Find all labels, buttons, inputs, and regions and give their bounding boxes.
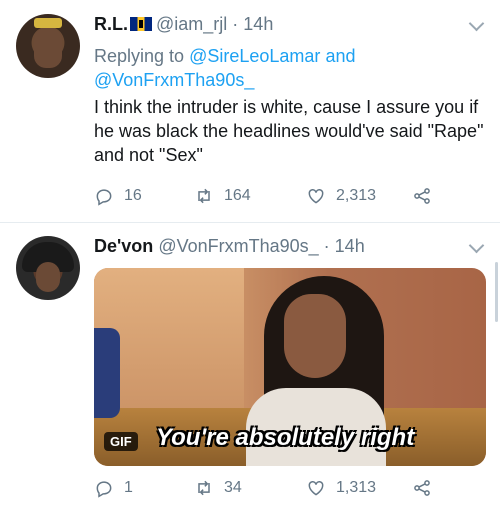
timestamp[interactable]: · 14h [232,14,273,34]
chevron-down-icon[interactable] [468,15,485,32]
retweet-button[interactable]: 164 [194,186,251,206]
replying-to: Replying to @SireLeoLamar and @VonFrxmTh… [94,44,484,92]
replying-and: and [325,46,356,66]
tweet-actions: 1 34 1,313 [94,478,484,500]
avatar[interactable] [16,236,80,300]
display-name[interactable]: De'von [94,236,153,256]
scrollbar[interactable] [495,262,498,322]
flag-icon [130,17,152,31]
replying-prefix: Replying to [94,46,185,66]
retweet-icon [198,480,210,496]
like-button[interactable]: 2,313 [306,186,376,206]
share-icon [414,480,430,496]
avatar[interactable] [16,14,80,78]
timestamp[interactable]: · 14h [324,236,365,256]
share-icon [414,188,430,204]
like-icon [308,480,324,496]
reply-button[interactable]: 1 [94,478,133,498]
mention-link[interactable]: @SireLeoLamar [189,46,320,66]
reply-icon [96,481,112,498]
mention-link[interactable]: @VonFrxmTha90s_ [94,70,254,90]
display-name[interactable]: R.L. [94,14,128,34]
gif-media[interactable]: GIF You're absolutely right [94,268,486,466]
chevron-down-icon[interactable] [468,237,485,254]
avatar-face [34,28,62,68]
retweet-count: 34 [224,479,242,496]
like-count: 1,313 [336,479,377,496]
reply-icon [96,189,112,206]
share-button[interactable] [412,186,442,206]
like-button[interactable]: 1,313 [306,478,376,498]
handle[interactable]: @iam_rjl [156,14,227,34]
avatar-face [36,262,60,292]
retweet-button[interactable]: 34 [194,478,242,498]
tweet[interactable]: R.L. @iam_rjl · 14h Replying to @SireLeoL… [0,0,500,222]
retweet-count: 164 [224,187,251,204]
reply-count: 16 [124,187,142,204]
reply-button[interactable]: 16 [94,186,142,206]
gif-caption: You're absolutely right [156,424,415,451]
tweet-text: I think the intruder is white, cause I a… [94,97,484,165]
reply-count: 1 [124,479,133,496]
tweet-header: De'von @VonFrxmTha90s_ · 14h [94,236,365,257]
tweet-header: R.L. @iam_rjl · 14h [94,14,273,35]
gif-object [94,328,120,418]
like-count: 2,313 [336,187,377,204]
gif-person-face [284,294,346,378]
tweet[interactable]: De'von @VonFrxmTha90s_ · 14h GIF You're … [0,222,500,508]
share-button[interactable] [412,478,442,498]
handle[interactable]: @VonFrxmTha90s_ [158,236,318,256]
like-icon [308,188,324,204]
tweet-actions: 16 164 2,313 [94,186,484,208]
avatar-hat [34,18,62,28]
retweet-icon [198,188,210,204]
gif-badge: GIF [104,432,138,451]
